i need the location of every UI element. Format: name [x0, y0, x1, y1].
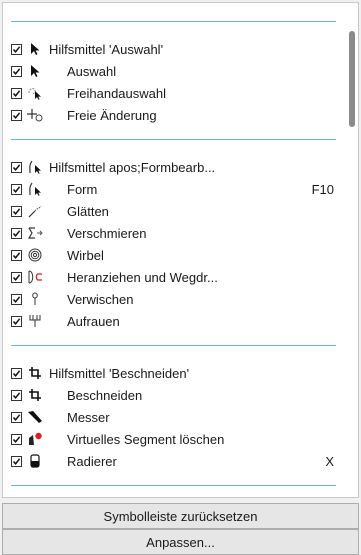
checkbox[interactable] — [11, 87, 22, 99]
checkbox[interactable] — [11, 183, 22, 195]
tool-shortcut: F10 — [311, 181, 334, 197]
freehand-pick-icon — [27, 85, 43, 101]
group-header-auswahl[interactable]: Hilfsmittel 'Auswahl' — [11, 38, 336, 60]
tool-label: Form — [67, 181, 98, 197]
pick-arrow-icon — [27, 63, 43, 79]
tool-label: Aufrauen — [67, 313, 120, 329]
scrollbar-thumb[interactable] — [349, 31, 355, 127]
tool-list: Hilfsmittel 'Auswahl' Auswahl Freihandau… — [3, 3, 344, 497]
tool-label: Wirbel — [67, 247, 104, 263]
tool-label: Freihandauswahl — [67, 85, 167, 101]
roughen-icon — [27, 313, 43, 329]
tool-label: Freie Änderung — [67, 107, 157, 123]
free-transform-icon — [27, 107, 43, 123]
checkbox[interactable] — [11, 411, 22, 423]
smooth-icon — [27, 203, 43, 219]
separator — [11, 485, 336, 486]
tool-item-beschneiden[interactable]: Beschneiden — [11, 384, 336, 406]
tool-label: Beschneiden — [67, 387, 143, 403]
group-header-label: Hilfsmittel 'Auswahl' — [49, 41, 164, 57]
checkbox[interactable] — [11, 367, 22, 379]
tool-item-messer[interactable]: Messer — [11, 406, 336, 428]
checkbox[interactable] — [11, 433, 22, 445]
tool-label: Auswahl — [67, 63, 117, 79]
smudge-icon — [27, 291, 43, 307]
attract-repel-icon — [27, 269, 43, 285]
shape-tool-icon — [27, 159, 43, 175]
tool-item-aufrauen[interactable]: Aufrauen — [11, 310, 336, 332]
tool-label: Messer — [67, 409, 110, 425]
checkbox[interactable] — [11, 249, 22, 261]
crop-icon — [27, 365, 43, 381]
reset-toolbar-button[interactable]: Symbolleiste zurücksetzen — [2, 503, 359, 529]
tool-label: Heranziehen und Wegdr... — [67, 269, 218, 285]
checkbox[interactable] — [11, 293, 22, 305]
customize-button[interactable]: Anpassen... — [2, 529, 359, 555]
tool-label: Radierer — [67, 453, 117, 469]
tool-item-radierer[interactable]: Radierer X — [11, 450, 336, 472]
tool-item-wirbel[interactable]: Wirbel — [11, 244, 336, 266]
checkbox[interactable] — [11, 389, 22, 401]
checkbox[interactable] — [11, 227, 22, 239]
tool-label: Verwischen — [67, 291, 134, 307]
tool-item-freihandauswahl[interactable]: Freihandauswahl — [11, 82, 336, 104]
separator — [11, 21, 336, 22]
checkbox[interactable] — [11, 315, 22, 327]
checkbox[interactable] — [11, 455, 22, 467]
separator — [11, 139, 336, 140]
crop-icon — [27, 387, 43, 403]
tool-item-verwischen[interactable]: Verwischen — [11, 288, 336, 310]
smear-icon — [27, 225, 43, 241]
tool-label: Glätten — [67, 203, 109, 219]
tool-label: Verschmieren — [67, 225, 147, 241]
tool-item-virtuelles-segment-loeschen[interactable]: Virtuelles Segment löschen — [11, 428, 336, 450]
knife-icon — [27, 409, 43, 425]
tool-label: Virtuelles Segment löschen — [67, 431, 225, 447]
checkbox[interactable] — [11, 271, 22, 283]
checkbox[interactable] — [11, 205, 22, 217]
toolbar-customize-panel: Hilfsmittel 'Auswahl' Auswahl Freihandau… — [2, 2, 359, 498]
eraser-icon — [27, 453, 43, 469]
tool-item-auswahl[interactable]: Auswahl — [11, 60, 336, 82]
checkbox[interactable] — [11, 43, 22, 55]
pick-arrow-icon — [27, 41, 43, 57]
tool-item-form[interactable]: Form F10 — [11, 178, 336, 200]
checkbox[interactable] — [11, 109, 22, 121]
tool-item-glaetten[interactable]: Glätten — [11, 200, 336, 222]
virtual-segment-delete-icon — [27, 431, 43, 447]
twirl-icon — [27, 247, 43, 263]
group-header-label: Hilfsmittel 'Beschneiden' — [49, 365, 190, 381]
shape-tool-icon — [27, 181, 43, 197]
checkbox[interactable] — [11, 161, 22, 173]
vertical-scrollbar[interactable] — [344, 3, 358, 497]
group-header-beschneiden[interactable]: Hilfsmittel 'Beschneiden' — [11, 362, 336, 384]
tool-item-verschmieren[interactable]: Verschmieren — [11, 222, 336, 244]
checkbox[interactable] — [11, 65, 22, 77]
group-header-formbearbeitung[interactable]: Hilfsmittel apos;Formbearb... — [11, 156, 336, 178]
separator — [11, 345, 336, 346]
tool-item-freie-aenderung[interactable]: Freie Änderung — [11, 104, 336, 126]
group-header-label: Hilfsmittel apos;Formbearb... — [49, 159, 216, 175]
tool-item-heranziehen[interactable]: Heranziehen und Wegdr... — [11, 266, 336, 288]
tool-shortcut: X — [325, 453, 334, 469]
